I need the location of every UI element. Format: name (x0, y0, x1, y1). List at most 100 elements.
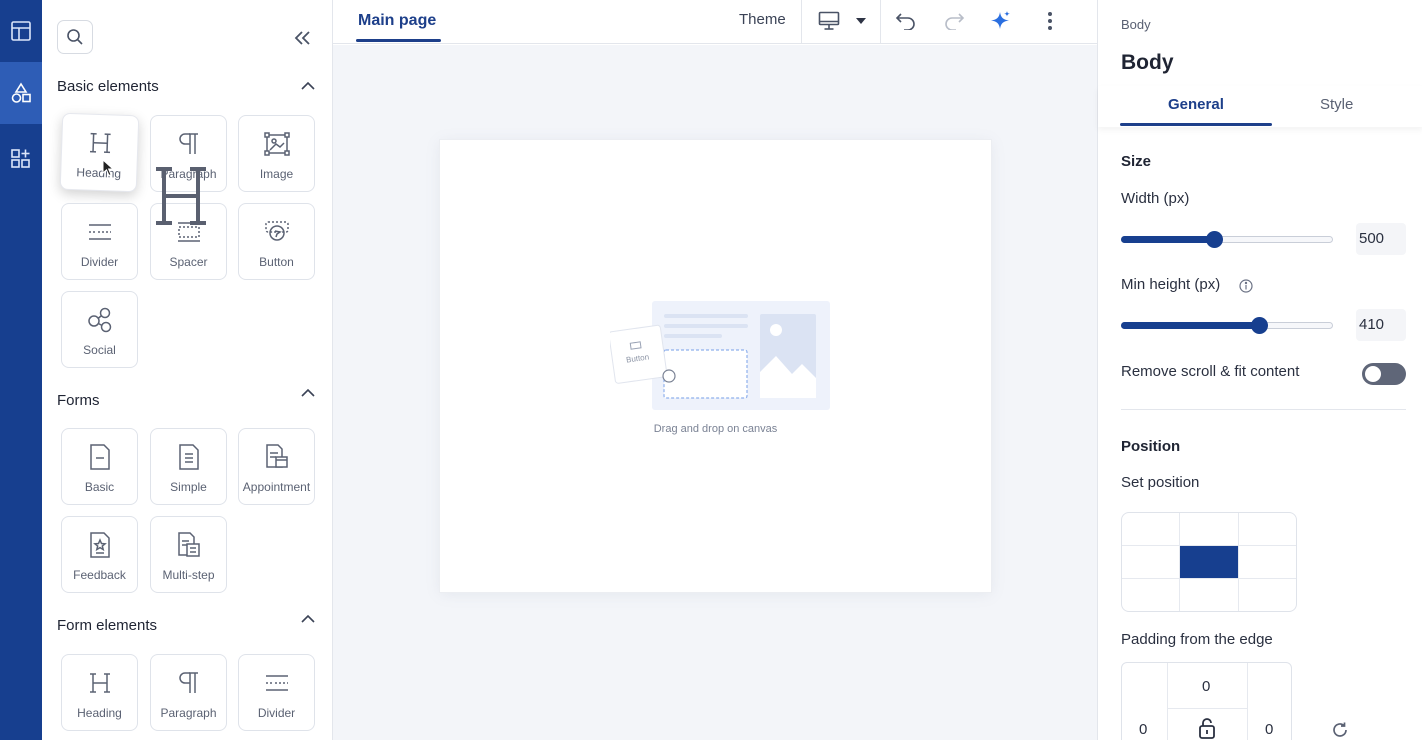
tile-label: Paragraph (160, 706, 217, 720)
elements-panel: Basic elements Heading Paragraph Image D… (42, 0, 333, 740)
reset-icon[interactable] (1331, 721, 1349, 739)
position-top-center[interactable] (1180, 513, 1239, 546)
element-tile-basic-form[interactable]: Basic (61, 428, 138, 505)
width-slider-handle[interactable] (1206, 231, 1223, 248)
heading-icon (86, 669, 114, 697)
ai-sparkle-icon[interactable] (989, 9, 1013, 33)
set-position-label: Set position (1121, 474, 1200, 491)
breadcrumb[interactable]: Body (1121, 17, 1151, 32)
tab-style[interactable]: Style (1320, 96, 1353, 113)
artboard-body[interactable]: Button Drag and drop on canvas (440, 140, 991, 592)
redo-icon[interactable] (942, 9, 966, 33)
position-top-right[interactable] (1239, 513, 1296, 546)
properties-panel: Body Body General Style Size Width (px) … (1097, 0, 1422, 740)
tile-label: Multi-step (162, 568, 215, 582)
element-tile-form-paragraph[interactable]: Paragraph (150, 654, 227, 731)
width-label: Width (px) (1121, 190, 1190, 207)
element-tile-heading[interactable]: Heading (59, 112, 140, 193)
padding-left-input[interactable]: 0 (1139, 721, 1147, 738)
panel-title: Body (1121, 51, 1174, 74)
element-tile-multistep-form[interactable]: Multi-step (150, 516, 227, 593)
position-heading: Position (1121, 438, 1181, 455)
divider-icon (86, 218, 114, 246)
form-basic-icon (86, 443, 114, 471)
tile-label: Heading (76, 165, 122, 181)
padding-box: 0 0 0 (1121, 662, 1292, 740)
position-middle-left[interactable] (1122, 546, 1180, 579)
device-dropdown-icon[interactable] (849, 9, 873, 33)
section-title-form-elements: Form elements (57, 617, 158, 634)
position-top-left[interactable] (1122, 513, 1180, 546)
element-tile-appointment-form[interactable]: Appointment (238, 428, 315, 505)
position-bottom-center[interactable] (1180, 579, 1239, 611)
element-tile-divider[interactable]: Divider (61, 203, 138, 280)
element-tile-social[interactable]: Social (61, 291, 138, 368)
width-input[interactable]: 500 (1356, 223, 1406, 255)
element-tile-feedback-form[interactable]: Feedback (61, 516, 138, 593)
tile-label: Social (83, 343, 116, 357)
chevron-up-icon[interactable] (300, 387, 316, 399)
element-tile-form-heading[interactable]: Heading (61, 654, 138, 731)
elements-icon[interactable] (0, 62, 48, 124)
tile-label: Divider (257, 706, 296, 720)
tile-label: Image (259, 167, 294, 181)
section-title-forms: Forms (57, 392, 100, 409)
toolbar-separator (801, 0, 802, 44)
layout-icon[interactable] (0, 0, 42, 62)
min-height-slider-handle[interactable] (1251, 317, 1268, 334)
remove-scroll-toggle[interactable] (1362, 363, 1406, 385)
button-icon (263, 218, 291, 246)
remove-scroll-label: Remove scroll & fit content (1121, 363, 1300, 380)
section-title-basic-elements: Basic elements (57, 78, 159, 95)
tile-label: Feedback (73, 568, 126, 582)
search-button[interactable] (57, 20, 93, 54)
position-middle-right[interactable] (1239, 546, 1296, 579)
double-chevron-left-icon (294, 31, 310, 45)
social-icon (86, 306, 114, 334)
paragraph-icon (175, 130, 203, 158)
element-tile-image[interactable]: Image (238, 115, 315, 192)
chevron-up-icon[interactable] (300, 613, 316, 625)
tile-label: Basic (84, 480, 115, 494)
paragraph-icon (175, 669, 203, 697)
min-height-input[interactable]: 410 (1356, 309, 1406, 341)
position-bottom-left[interactable] (1122, 579, 1180, 611)
element-tile-form-divider[interactable]: Divider (238, 654, 315, 731)
tile-label: Spacer (169, 255, 208, 269)
theme-button[interactable]: Theme (739, 11, 786, 28)
position-center[interactable] (1180, 546, 1239, 579)
size-heading: Size (1121, 153, 1152, 170)
width-slider[interactable] (1121, 231, 1333, 248)
padding-label: Padding from the edge (1121, 631, 1273, 648)
position-bottom-right[interactable] (1239, 579, 1296, 611)
min-height-slider[interactable] (1121, 317, 1333, 334)
active-tab-indicator (356, 39, 441, 42)
apps-icon[interactable] (0, 127, 42, 189)
tile-label: Divider (80, 255, 119, 269)
mouse-pointer-icon (102, 159, 115, 177)
image-icon (263, 130, 291, 158)
toolbar-separator (880, 0, 881, 44)
top-bar: Main page Theme (333, 0, 1097, 44)
info-icon[interactable] (1239, 279, 1253, 293)
tile-label: Appointment (242, 480, 311, 494)
desktop-preview-icon[interactable] (817, 9, 841, 33)
padding-right-input[interactable]: 0 (1265, 721, 1273, 738)
tile-label: Button (259, 255, 294, 269)
undo-icon[interactable] (894, 9, 918, 33)
collapse-panel-button[interactable] (292, 27, 314, 49)
canvas-area[interactable]: Button Drag and drop on canvas (333, 45, 1097, 740)
tab-main-page[interactable]: Main page (358, 12, 436, 30)
tab-general[interactable]: General (1168, 96, 1224, 113)
tile-label: Simple (170, 480, 207, 494)
padding-top-input[interactable]: 0 (1202, 678, 1210, 695)
lock-open-icon[interactable] (1198, 717, 1216, 739)
element-tile-button[interactable]: Button (238, 203, 315, 280)
form-feedback-icon (86, 531, 114, 559)
min-height-label: Min height (px) (1121, 276, 1221, 293)
more-menu-icon[interactable] (1038, 9, 1062, 33)
chevron-up-icon[interactable] (300, 80, 316, 92)
element-tile-simple-form[interactable]: Simple (150, 428, 227, 505)
divider-icon (263, 669, 291, 697)
form-appointment-icon (263, 443, 291, 471)
